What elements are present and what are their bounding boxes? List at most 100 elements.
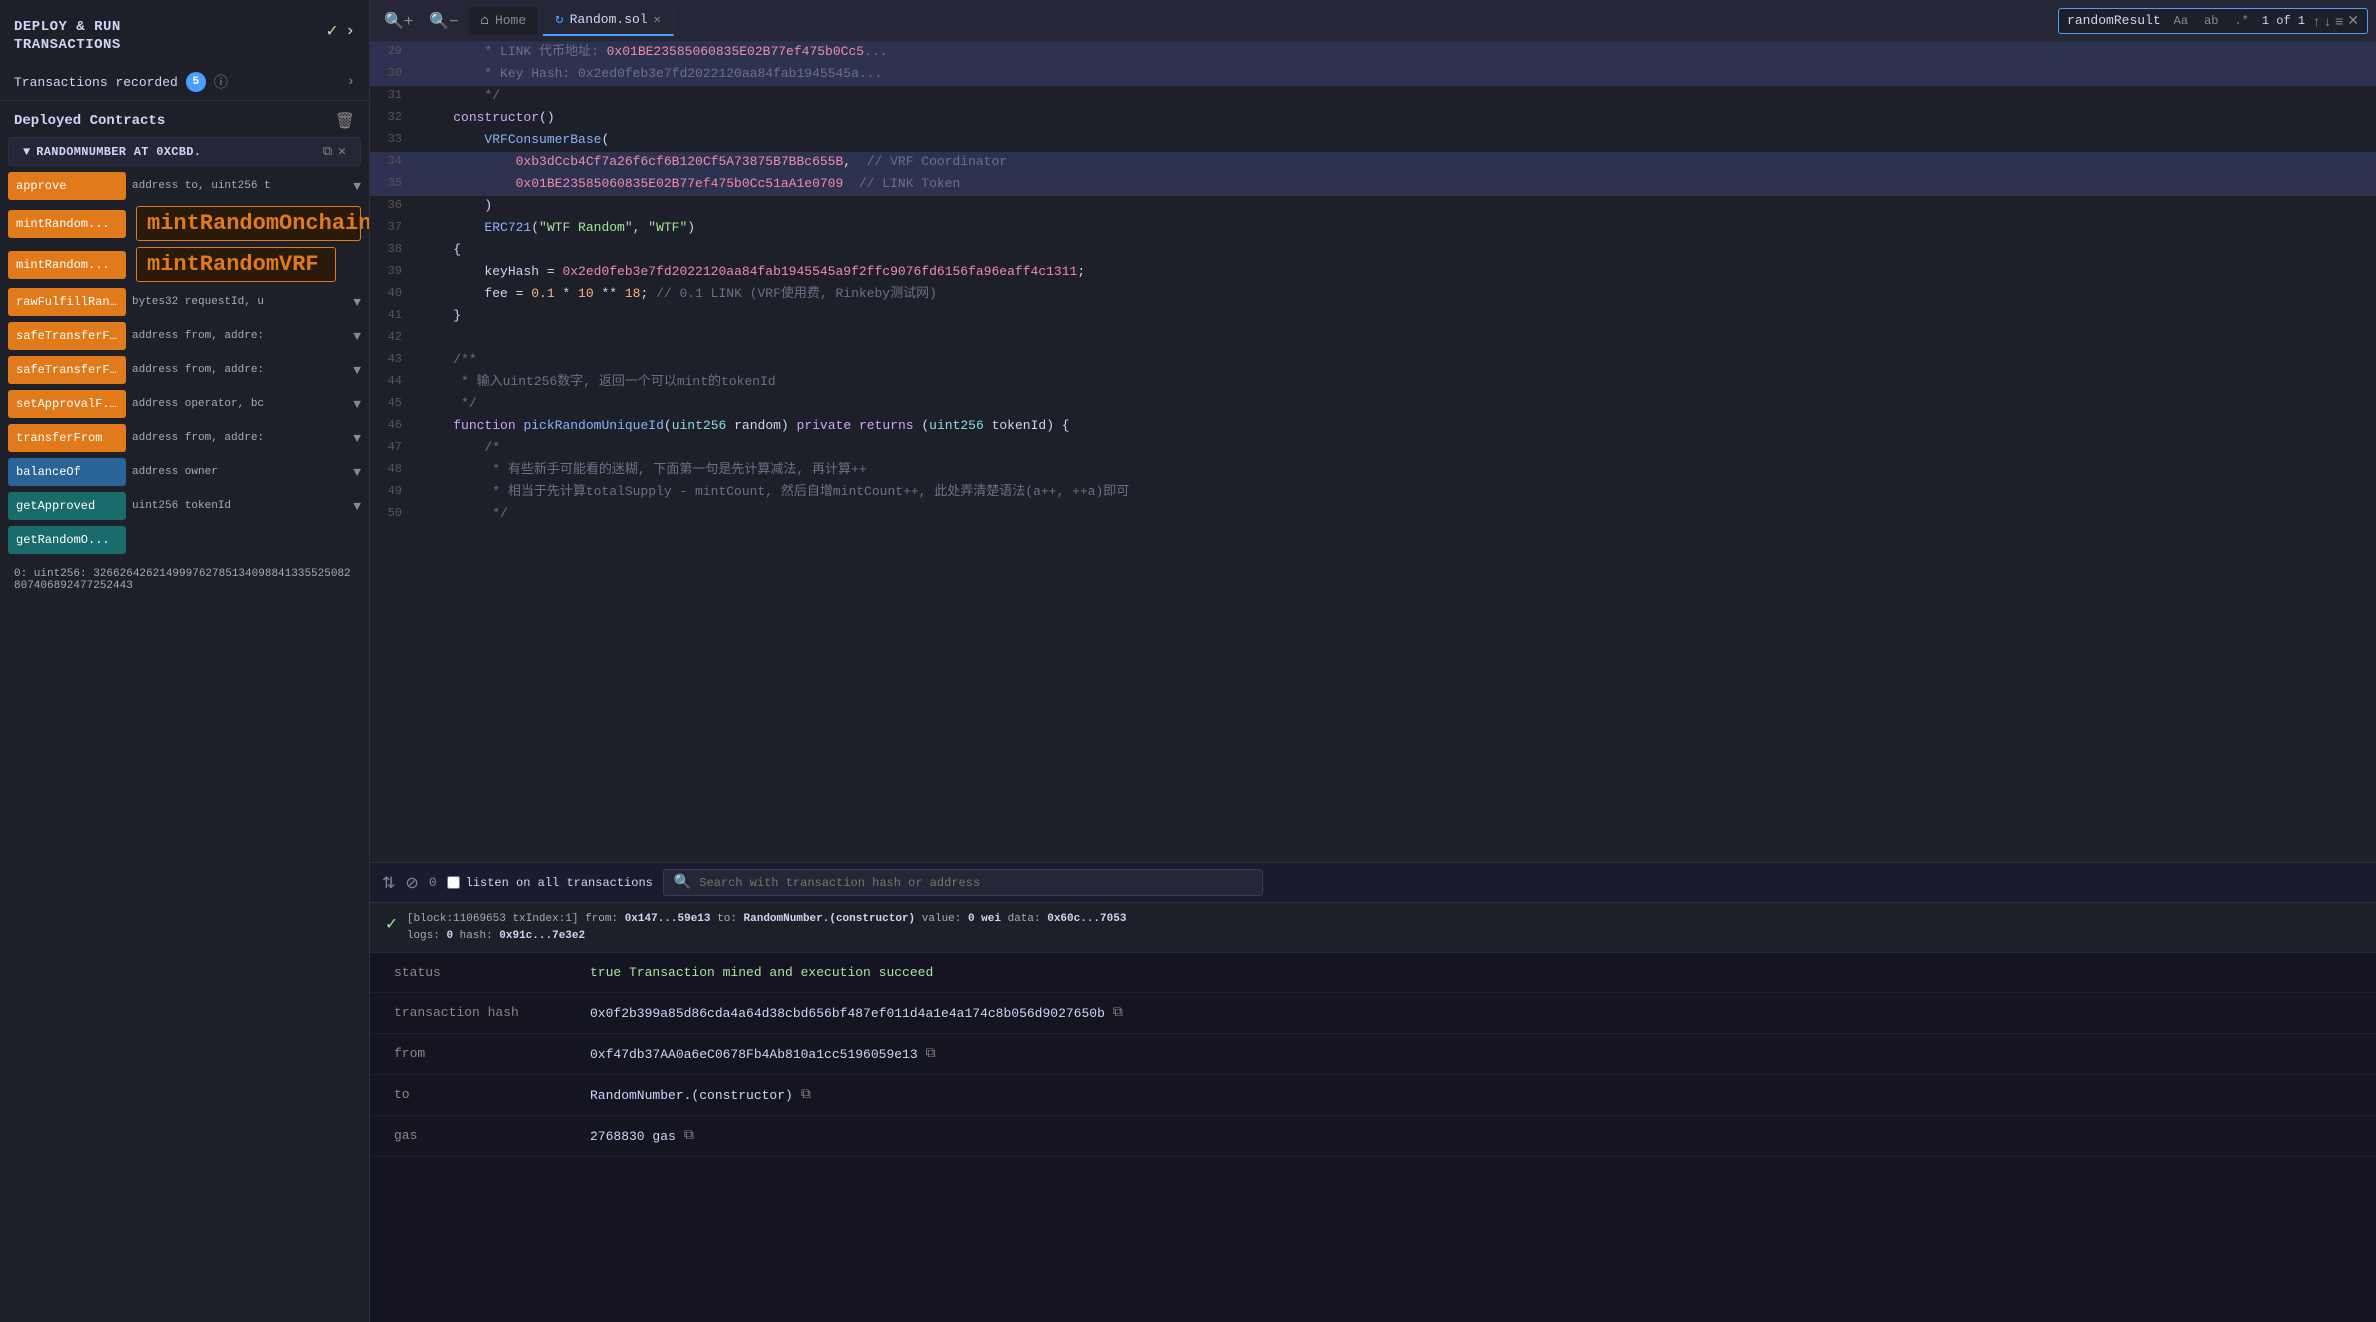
bottom-panel: ⇅ ⊘ 0 listen on all transactions 🔍 ✓ [bl… bbox=[370, 862, 2376, 1322]
gas-copy-icon[interactable]: ⧉ bbox=[684, 1128, 694, 1144]
tx-details: status true Transaction mined and execut… bbox=[370, 953, 2376, 1157]
set-approval-chevron[interactable]: ▼ bbox=[353, 397, 361, 412]
mint-random-onchain-button[interactable]: mintRandom... bbox=[8, 210, 126, 238]
to-key: to bbox=[394, 1087, 574, 1102]
code-line-49: 49 * 相当于先计算totalSupply - mintCount, 然后自增… bbox=[370, 482, 2376, 504]
search-close-button[interactable]: ✕ bbox=[2347, 12, 2359, 29]
contract-name: RANDOMNUMBER AT 0XCBD. bbox=[36, 145, 317, 159]
tx-header-text: [block:11069653 txIndex:1] from: 0x147..… bbox=[407, 911, 1127, 944]
code-line-44: 44 * 输入uint256数字, 返回一个可以mint的tokenId bbox=[370, 372, 2376, 394]
safe-transfer-1-chevron[interactable]: ▼ bbox=[353, 329, 361, 344]
search-nav: ↑ ↓ ≡ ✕ bbox=[2313, 12, 2359, 29]
file-tab-close[interactable]: ✕ bbox=[654, 12, 661, 27]
mint-random-onchain-tooltip: mintRandomOnchain bbox=[136, 206, 361, 241]
raw-fulfill-chevron[interactable]: ▼ bbox=[353, 295, 361, 310]
search-next-button[interactable]: ↓ bbox=[2324, 13, 2331, 29]
fn-row-mint-vrf: mintRandom... mintRandomVRF bbox=[8, 247, 361, 282]
balance-of-chevron[interactable]: ▼ bbox=[353, 465, 361, 480]
tx-search-input[interactable] bbox=[699, 876, 1252, 890]
search-term: randomResult bbox=[2067, 13, 2161, 28]
balance-of-param: address owner bbox=[132, 466, 347, 478]
approve-button[interactable]: approve bbox=[8, 172, 126, 200]
home-tab-icon: ⌂ bbox=[481, 13, 489, 29]
function-list: approve address to, uint256 t ▼ mintRand… bbox=[0, 166, 369, 560]
zoom-out-button[interactable]: 🔍− bbox=[423, 7, 464, 35]
set-approval-button[interactable]: setApprovalF... bbox=[8, 390, 126, 418]
tx-detail-status: status true Transaction mined and execut… bbox=[370, 953, 2376, 993]
forward-arrow-icon[interactable]: › bbox=[345, 22, 355, 40]
zoom-in-button[interactable]: 🔍+ bbox=[378, 7, 419, 35]
code-line-37: 37 ERC721("WTF Random", "WTF") bbox=[370, 218, 2376, 240]
transactions-chevron[interactable]: › bbox=[347, 74, 355, 90]
search-count: 1 of 1 bbox=[2262, 14, 2305, 28]
code-line-32: 32 constructor() bbox=[370, 108, 2376, 130]
search-case-sensitive[interactable]: Aa bbox=[2169, 12, 2193, 30]
panel-title: DEPLOY & RUN TRANSACTIONS bbox=[14, 18, 121, 54]
from-value: 0xf47db37AA0a6eC0678Fb4Ab810a1cc5196059e… bbox=[590, 1046, 936, 1062]
fn-row-mint-onchain: mintRandom... mintRandomOnchain bbox=[8, 206, 361, 241]
code-editor[interactable]: 29 * LINK 代币地址: 0x01BE23585060835E02B77e… bbox=[370, 42, 2376, 862]
right-panel: 🔍+ 🔍− ⌂ Home ↻ Random.sol ✕ randomResult… bbox=[370, 0, 2376, 1322]
transfer-from-chevron[interactable]: ▼ bbox=[353, 431, 361, 446]
file-tab[interactable]: ↻ Random.sol ✕ bbox=[543, 5, 674, 36]
code-line-36: 36 ) bbox=[370, 196, 2376, 218]
fn-row-transfer-from: transferFrom address from, addre: ▼ bbox=[8, 424, 361, 452]
mint-random-vrf-button[interactable]: mintRandom... bbox=[8, 251, 126, 279]
code-line-47: 47 /* bbox=[370, 438, 2376, 460]
status-key: status bbox=[394, 965, 574, 980]
stop-icon-btn[interactable]: ⊘ bbox=[405, 873, 418, 893]
tx-header-line1: [block:11069653 txIndex:1] from: 0x147..… bbox=[407, 913, 1127, 925]
info-icon[interactable]: ⓘ bbox=[214, 72, 228, 92]
tx-count-label: 0 bbox=[429, 875, 437, 890]
fn-row-set-approval: setApprovalF... address operator, bc ▼ bbox=[8, 390, 361, 418]
search-icon: 🔍 bbox=[674, 874, 691, 891]
code-line-42: 42 bbox=[370, 328, 2376, 350]
deployed-label: Deployed Contracts bbox=[14, 113, 165, 129]
search-regex[interactable]: .* bbox=[2229, 12, 2253, 30]
code-line-46: 46 function pickRandomUniqueId(uint256 r… bbox=[370, 416, 2376, 438]
trash-icon[interactable]: 🗑 bbox=[335, 111, 355, 131]
code-line-50: 50 */ bbox=[370, 504, 2376, 526]
approve-chevron[interactable]: ▼ bbox=[353, 179, 361, 194]
code-line-30: 30 * Key Hash: 0x2ed0feb3e7fd2022120aa84… bbox=[370, 64, 2376, 86]
mint-random-vrf-tooltip: mintRandomVRF bbox=[136, 247, 336, 282]
contract-chevron-icon[interactable]: ▼ bbox=[23, 145, 30, 159]
get-approved-button[interactable]: getApproved bbox=[8, 492, 126, 520]
get-approved-chevron[interactable]: ▼ bbox=[353, 499, 361, 514]
tx-header-line2: logs: 0 hash: 0x91c...7e3e2 bbox=[407, 930, 585, 942]
safe-transfer-2-button[interactable]: safeTransferF... bbox=[8, 356, 126, 384]
contract-close-icon[interactable]: ✕ bbox=[338, 144, 346, 159]
raw-fulfill-button[interactable]: rawFulfillRan... bbox=[8, 288, 126, 316]
tx-hash-copy-icon[interactable]: ⧉ bbox=[1113, 1005, 1123, 1021]
balance-of-button[interactable]: balanceOf bbox=[8, 458, 126, 486]
deployed-contracts-header: Deployed Contracts 🗑 bbox=[0, 101, 369, 137]
fn-row-get-approved: getApproved uint256 tokenId ▼ bbox=[8, 492, 361, 520]
fn-row-balance-of: balanceOf address owner ▼ bbox=[8, 458, 361, 486]
result-text: 0: uint256: 3266264262149997627851340988… bbox=[0, 560, 369, 600]
search-whole-word[interactable]: ab bbox=[2199, 12, 2223, 30]
listen-checkbox-label[interactable]: listen on all transactions bbox=[447, 876, 653, 890]
search-overlay: randomResult Aa ab .* 1 of 1 ↑ ↓ ≡ ✕ bbox=[2058, 8, 2368, 34]
listen-checkbox-input[interactable] bbox=[447, 876, 460, 889]
from-copy-icon[interactable]: ⧉ bbox=[926, 1046, 936, 1062]
transactions-bar: Transactions recorded 5 ⓘ › bbox=[0, 64, 369, 101]
search-expand-button[interactable]: ≡ bbox=[2335, 13, 2343, 29]
approve-param: address to, uint256 t bbox=[132, 180, 347, 192]
search-prev-button[interactable]: ↑ bbox=[2313, 13, 2320, 29]
safe-transfer-2-chevron[interactable]: ▼ bbox=[353, 363, 361, 378]
to-copy-icon[interactable]: ⧉ bbox=[801, 1087, 811, 1103]
get-approved-param: uint256 tokenId bbox=[132, 500, 347, 512]
raw-fulfill-param: bytes32 requestId, u bbox=[132, 296, 347, 308]
transfer-from-button[interactable]: transferFrom bbox=[8, 424, 126, 452]
code-line-33: 33 VRFConsumerBase( bbox=[370, 130, 2376, 152]
contract-row[interactable]: ▼ RANDOMNUMBER AT 0XCBD. ⧉ ✕ bbox=[8, 137, 361, 166]
arrows-icon-btn[interactable]: ⇅ bbox=[382, 873, 395, 893]
get-random-button[interactable]: getRandomO... bbox=[8, 526, 126, 554]
gas-value: 2768830 gas ⧉ bbox=[590, 1128, 694, 1144]
home-tab[interactable]: ⌂ Home bbox=[469, 7, 540, 35]
code-line-43: 43 /** bbox=[370, 350, 2376, 372]
contract-copy-icon[interactable]: ⧉ bbox=[323, 144, 332, 159]
to-value: RandomNumber.(constructor) ⧉ bbox=[590, 1087, 811, 1103]
safe-transfer-1-button[interactable]: safeTransferF... bbox=[8, 322, 126, 350]
transactions-badge: 5 bbox=[186, 72, 206, 92]
